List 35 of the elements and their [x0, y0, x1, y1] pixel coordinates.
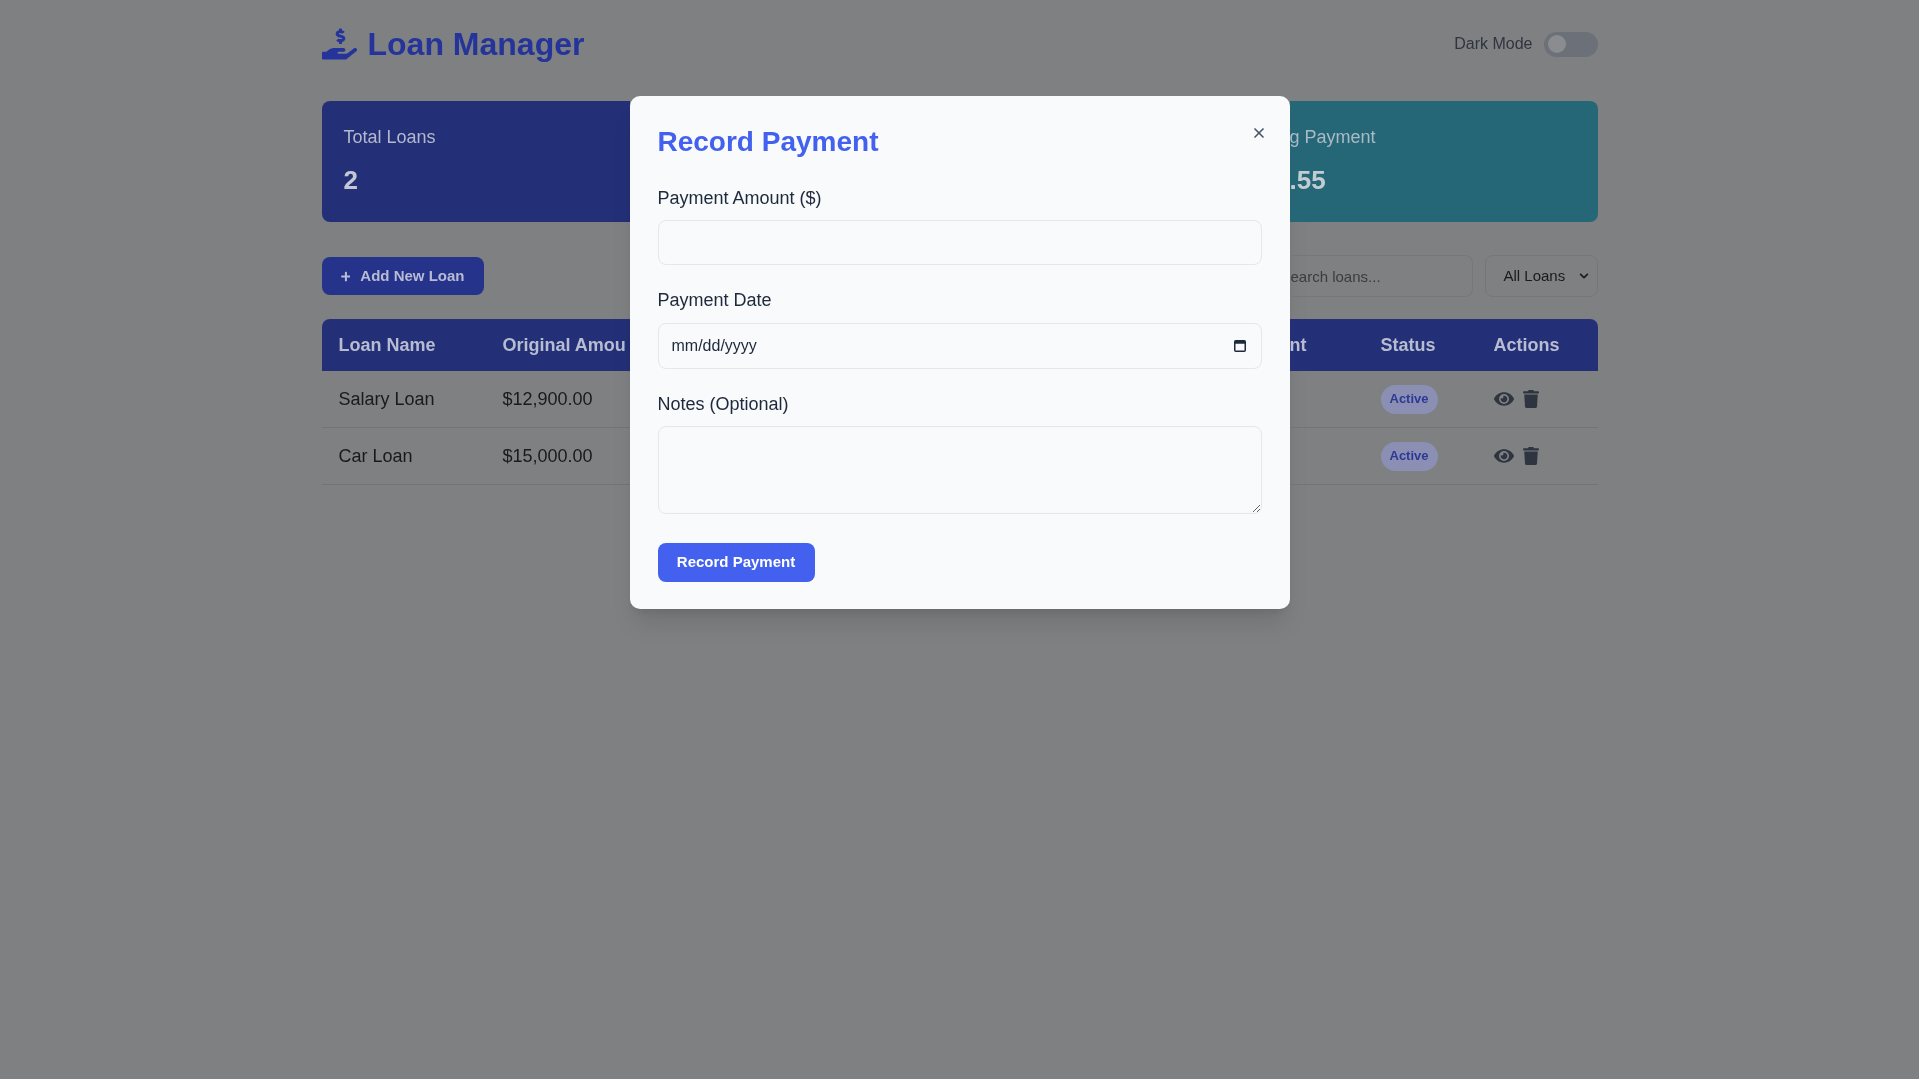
dark-mode-label: Dark Mode [1454, 34, 1533, 54]
trash-icon[interactable] [1522, 447, 1539, 465]
stat-label: g Payment [1289, 126, 1377, 149]
modal-title: Record Payment [657, 125, 879, 159]
field-label: Payment Amount ($) [657, 187, 823, 210]
column-header: Status [1379, 333, 1437, 357]
app-title: Loan Manager [367, 25, 585, 64]
add-loan-button[interactable]: Add New Loan [321, 257, 484, 295]
table-cell-text: Salary Loan [337, 387, 436, 411]
dark-mode-toggle[interactable] [1543, 31, 1598, 57]
calendar-icon[interactable] [1233, 339, 1246, 352]
status-badge: Active [1380, 441, 1438, 471]
field-label: Notes (Optional) [657, 393, 790, 416]
column-header: Loan Name [337, 333, 437, 357]
column-header: Actions [1492, 333, 1560, 357]
hand-dollar-icon [321, 28, 357, 60]
stat-value: 2 [343, 164, 359, 196]
table-cell-text: $15,000.00 [501, 444, 593, 468]
stat-label: Total Loans [343, 126, 437, 149]
status-badge: Active [1380, 384, 1438, 414]
plus-icon [340, 270, 351, 282]
trash-icon[interactable] [1522, 390, 1539, 408]
eye-icon[interactable] [1493, 447, 1514, 465]
search-field[interactable]: earch loans... [1289, 255, 1473, 297]
table-cell-text: Car Loan [337, 444, 414, 468]
eye-icon[interactable] [1493, 390, 1514, 408]
column-header: nt [1289, 333, 1308, 357]
date-field[interactable]: mm/dd/yyyy [657, 323, 1262, 369]
stat-value: .55 [1289, 164, 1327, 196]
chevron-down-icon [1578, 271, 1589, 281]
field-label: Payment Date [657, 289, 773, 312]
column-header: Original Amou [501, 333, 626, 357]
record-payment-button[interactable]: Record Payment [657, 543, 815, 582]
table-cell-text: $12,900.00 [501, 387, 593, 411]
loan-filter-select[interactable]: All Loans [1484, 255, 1598, 297]
